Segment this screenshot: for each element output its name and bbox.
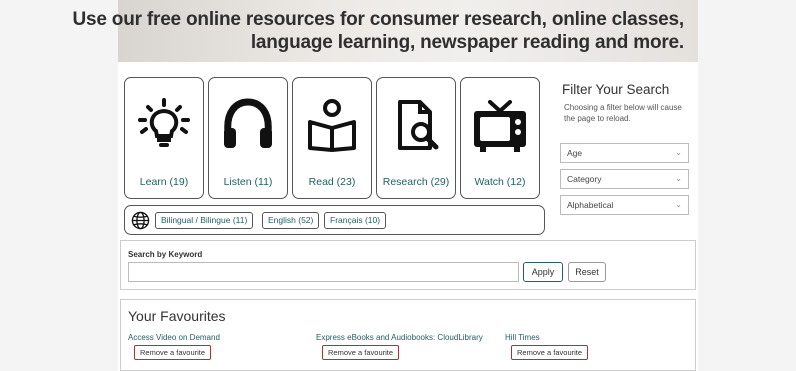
search-label: Search by Keyword xyxy=(128,250,203,259)
reset-button[interactable]: Reset xyxy=(568,262,606,282)
category-select-value: Category xyxy=(567,174,602,184)
category-card-read[interactable]: Read (23) xyxy=(292,77,372,199)
category-label: Learn (19) xyxy=(139,176,189,188)
banner-text-line1: Use our free online resources for consum… xyxy=(72,9,684,30)
category-card-learn[interactable]: Learn (19) xyxy=(124,77,204,199)
keyword-search-panel: Search by Keyword Apply Reset xyxy=(120,240,696,290)
language-chip-english[interactable]: English (52) xyxy=(262,212,320,229)
chevron-down-icon: ⌄ xyxy=(675,200,682,209)
language-chip-francais[interactable]: Français (10) xyxy=(324,212,387,229)
headphones-icon xyxy=(224,98,272,148)
globe-icon xyxy=(131,211,150,230)
category-card-research[interactable]: Research (29) xyxy=(376,77,456,199)
favourite-link[interactable]: Access Video on Demand xyxy=(128,333,220,342)
sort-select-value: Alphabetical xyxy=(567,200,614,210)
remove-favourite-button[interactable]: Remove a favourite xyxy=(511,345,589,360)
hero-banner: Use our free online resources for consum… xyxy=(72,0,698,62)
category-select[interactable]: Category ⌄ xyxy=(560,169,689,189)
age-select-value: Age xyxy=(567,148,583,158)
category-label: Listen (11) xyxy=(223,176,273,188)
chevron-down-icon: ⌄ xyxy=(675,174,682,183)
favourite-link[interactable]: Express eBooks and Audiobooks: CloudLibr… xyxy=(316,333,483,342)
category-label: Watch (12) xyxy=(474,176,526,188)
age-select[interactable]: Age ⌄ xyxy=(560,143,689,163)
sort-select[interactable]: Alphabetical ⌄ xyxy=(560,195,689,215)
chevron-down-icon: ⌄ xyxy=(675,148,682,157)
favourites-title: Your Favourites xyxy=(128,308,226,324)
lightbulb-icon xyxy=(138,98,190,147)
filter-title: Filter Your Search xyxy=(562,82,670,97)
category-card-watch[interactable]: Watch (12) xyxy=(460,77,540,199)
language-filter-bar: Bilingual / Bilingue (11) English (52) F… xyxy=(124,205,545,235)
favourite-link[interactable]: Hill Times xyxy=(505,333,540,342)
remove-favourite-button[interactable]: Remove a favourite xyxy=(134,345,212,360)
category-label: Read (23) xyxy=(308,176,356,188)
page-content: Use our free online resources for consum… xyxy=(72,0,698,371)
document-search-icon xyxy=(398,100,439,150)
filter-description: Choosing a filter below will cause the p… xyxy=(564,103,682,123)
tv-icon xyxy=(474,100,526,152)
favourites-panel: Your Favourites Access Video on Demand R… xyxy=(120,299,696,371)
apply-button[interactable]: Apply xyxy=(523,262,563,282)
remove-favourite-button[interactable]: Remove a favourite xyxy=(322,345,400,360)
language-chip-bilingual[interactable]: Bilingual / Bilingue (11) xyxy=(155,212,254,229)
category-label: Research (29) xyxy=(382,176,450,188)
book-reader-icon xyxy=(308,99,356,152)
category-card-listen[interactable]: Listen (11) xyxy=(208,77,288,199)
keyword-search-input[interactable] xyxy=(128,262,519,282)
banner-text-line2: language learning, newspaper reading and… xyxy=(250,32,684,53)
